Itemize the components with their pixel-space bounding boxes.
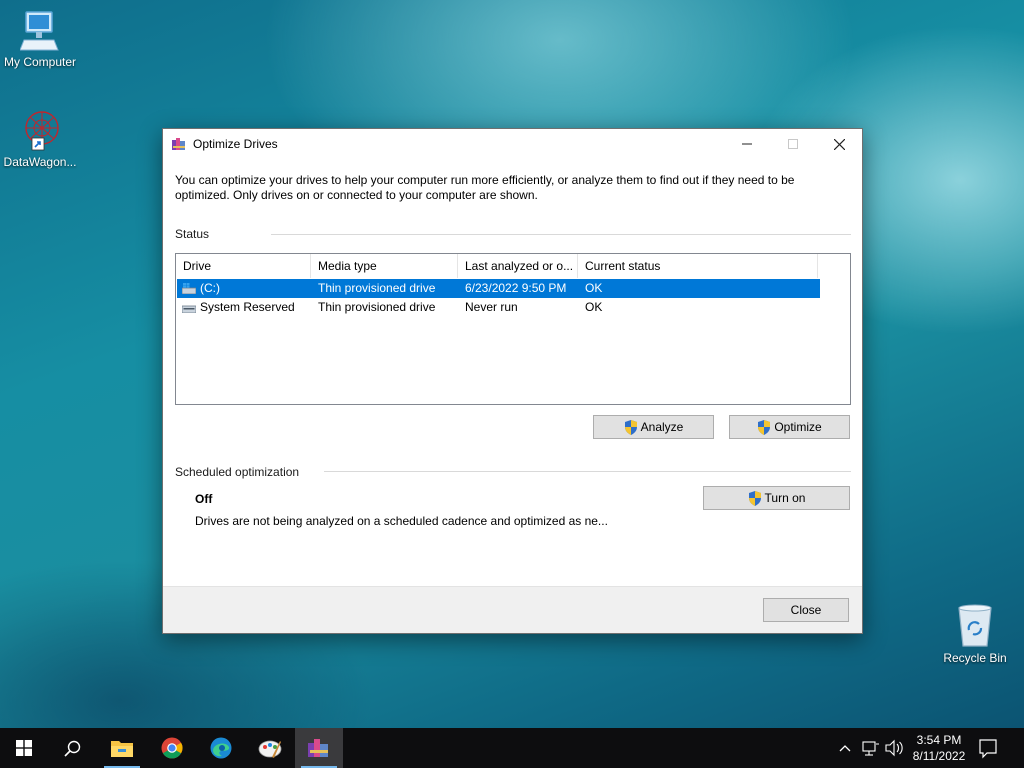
close-icon [833, 138, 845, 150]
desktop-icon-datawagon[interactable]: DataWagon... [0, 108, 80, 169]
drives-list-header: Drive Media type Last analyzed or o... C… [176, 254, 818, 278]
close-window-button[interactable] [816, 129, 862, 159]
tray-network[interactable] [862, 728, 882, 768]
taskbar-optimize-drives[interactable] [295, 728, 343, 768]
drive-media-type: Thin provisioned drive [318, 281, 436, 295]
taskbar-file-explorer[interactable] [98, 728, 146, 768]
title-bar[interactable]: Optimize Drives [163, 129, 862, 159]
optimize-drives-window: Optimize Drives You can optimize your dr… [162, 128, 863, 634]
chevron-up-icon [839, 745, 851, 752]
dialog-footer: Close [163, 586, 862, 633]
volume-icon [885, 739, 903, 757]
tray-volume[interactable] [884, 728, 906, 768]
drive-name: System Reserved [200, 300, 295, 314]
uac-shield-icon [748, 490, 761, 506]
defrag-icon [308, 739, 328, 757]
minimize-button[interactable] [724, 129, 770, 159]
monitor-icon [20, 11, 59, 51]
optimize-button[interactable]: Optimize [729, 415, 850, 439]
status-heading: Status [175, 227, 210, 241]
tray-overflow-button[interactable] [838, 728, 856, 768]
drive-row[interactable]: System Reserved Thin provisioned drive N… [177, 298, 820, 317]
recycle-bin-icon [958, 604, 992, 647]
taskbar-chrome[interactable] [148, 728, 196, 768]
start-icon [16, 740, 32, 756]
desktop-icon-my-computer[interactable]: My Computer [0, 10, 80, 69]
taskbar-paint[interactable] [246, 728, 294, 768]
taskbar-edge[interactable] [197, 728, 245, 768]
drive-row[interactable]: (C:) Thin provisioned drive 6/23/2022 9:… [177, 279, 820, 298]
maximize-icon [788, 139, 798, 149]
optimize-label: Optimize [774, 420, 822, 434]
analyze-label: Analyze [640, 420, 684, 434]
network-icon [862, 741, 879, 756]
scheduled-heading: Scheduled optimization [175, 465, 300, 479]
drive-status: OK [585, 300, 603, 314]
chrome-icon [161, 737, 183, 759]
close-label: Close [790, 603, 822, 617]
uac-shield-icon [758, 419, 771, 435]
desktop-icon-label: DataWagon... [3, 155, 77, 169]
close-button[interactable]: Close [763, 598, 849, 622]
hard-drive-icon [182, 305, 196, 313]
maximize-button[interactable] [770, 129, 816, 159]
defrag-app-icon [172, 138, 185, 150]
desktop-icon-label: My Computer [3, 55, 77, 69]
intro-text: You can optimize your drives to help you… [175, 173, 795, 202]
clock-date: 8/11/2022 [912, 749, 966, 763]
column-header-current-status[interactable]: Current status [578, 254, 818, 278]
schedule-description: Drives are not being analyzed on a sched… [195, 514, 608, 528]
desktop-icon-recycle-bin[interactable]: Recycle Bin [935, 602, 1015, 665]
schedule-state: Off [195, 492, 213, 506]
drive-name: (C:) [200, 281, 220, 295]
search-icon [63, 740, 80, 757]
turn-on-button[interactable]: Turn on [703, 486, 850, 510]
analyze-button[interactable]: Analyze [593, 415, 714, 439]
search-button[interactable] [48, 728, 96, 768]
edge-icon [210, 737, 232, 759]
status-divider [271, 234, 851, 235]
drives-list[interactable]: Drive Media type Last analyzed or o... C… [175, 253, 851, 405]
scheduled-divider [324, 471, 851, 472]
drive-status: OK [585, 281, 603, 295]
column-header-media-type[interactable]: Media type [311, 254, 458, 278]
taskbar-clock[interactable]: 3:54 PM 8/11/2022 [904, 732, 974, 764]
column-header-drive[interactable]: Drive [176, 254, 311, 278]
paint-icon [258, 740, 282, 758]
windows-drive-icon [182, 283, 196, 294]
start-button[interactable] [0, 728, 48, 768]
column-header-last-analyzed[interactable]: Last analyzed or o... [458, 254, 578, 278]
drive-media-type: Thin provisioned drive [318, 300, 436, 314]
uac-shield-icon [624, 419, 637, 435]
drive-last-analyzed: Never run [465, 300, 518, 314]
network-shortcut-icon [25, 111, 59, 151]
file-explorer-icon [111, 741, 133, 757]
drive-last-analyzed: 6/23/2022 9:50 PM [465, 281, 567, 295]
taskbar: 3:54 PM 8/11/2022 [0, 728, 1024, 768]
action-center-button[interactable] [978, 728, 1008, 768]
turn-on-label: Turn on [764, 491, 806, 505]
minimize-icon [742, 143, 752, 145]
window-title: Optimize Drives [193, 137, 278, 151]
clock-time: 3:54 PM [916, 733, 962, 747]
notification-icon [979, 739, 997, 759]
desktop-icon-label: Recycle Bin [943, 651, 1007, 665]
